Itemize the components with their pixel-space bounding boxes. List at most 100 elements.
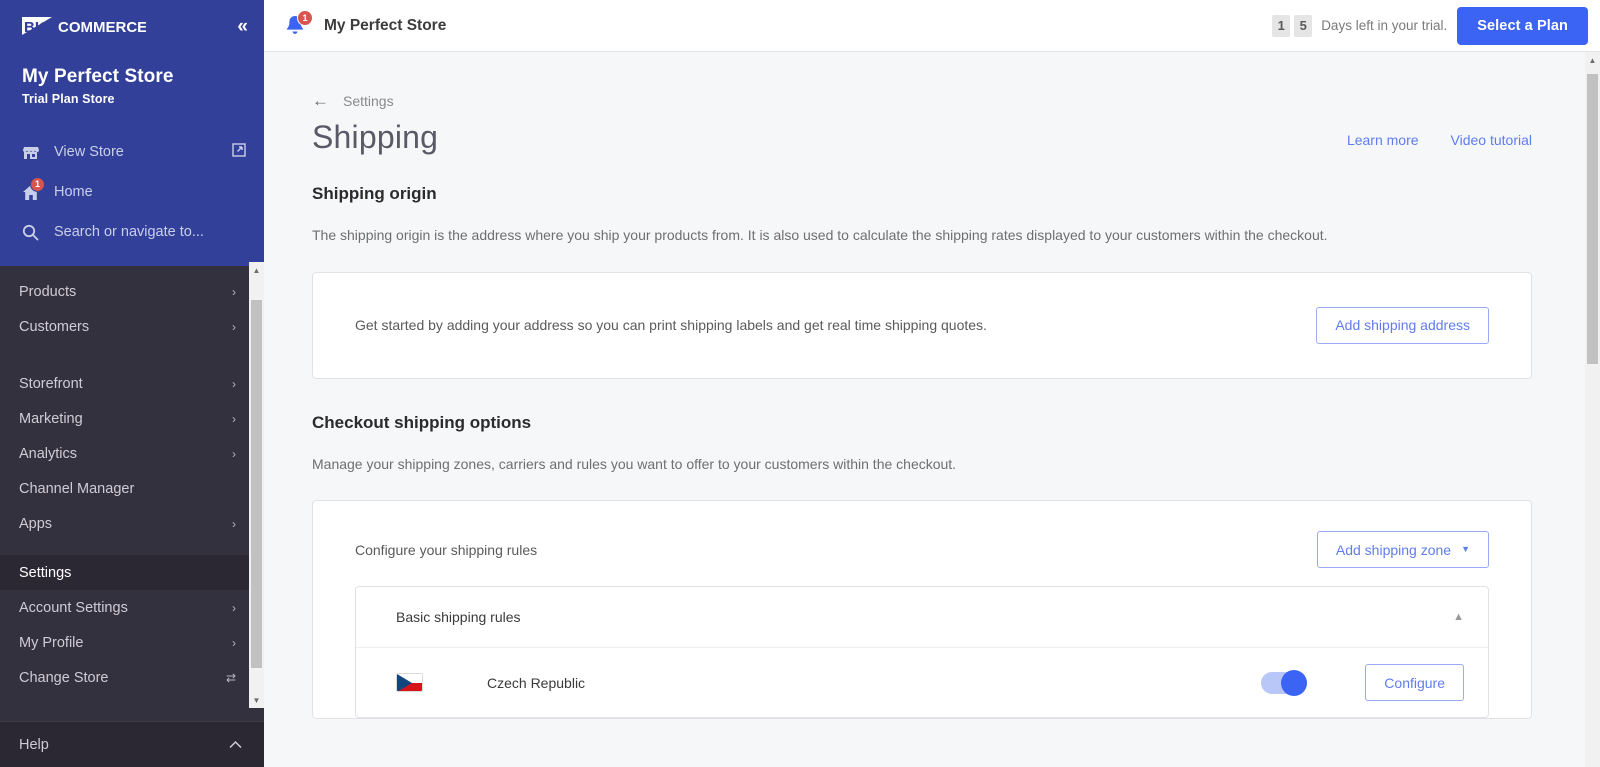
sidebar-item-label: Account Settings bbox=[19, 599, 128, 616]
breadcrumb[interactable]: ← Settings bbox=[312, 92, 1532, 109]
scroll-down-arrow-icon[interactable]: ▼ bbox=[249, 692, 264, 708]
trial-digit: 1 bbox=[1272, 14, 1291, 37]
sidebar-item-home[interactable]: 1 Home bbox=[0, 172, 264, 212]
sidebar-item-channel-manager[interactable]: Channel Manager bbox=[0, 471, 264, 506]
sidebar-item-my-profile[interactable]: My Profile › bbox=[0, 625, 264, 660]
chevron-up-icon bbox=[229, 737, 242, 752]
chevron-right-icon: › bbox=[232, 284, 236, 299]
sidebar-item-label: View Store bbox=[54, 144, 124, 160]
sidebar-item-change-store[interactable]: Change Store ⇄ bbox=[0, 660, 264, 695]
select-a-plan-button[interactable]: Select a Plan bbox=[1457, 6, 1588, 45]
external-link-icon bbox=[232, 143, 246, 161]
sidebar-search[interactable]: Search or navigate to... bbox=[0, 212, 264, 252]
basic-shipping-rules-title: Basic shipping rules bbox=[396, 609, 521, 626]
sidebar-item-settings[interactable]: Settings bbox=[0, 555, 264, 590]
shipping-origin-card-text: Get started by adding your address so yo… bbox=[355, 317, 987, 334]
trial-digit: 5 bbox=[1294, 14, 1313, 37]
chevron-right-icon: › bbox=[232, 319, 236, 334]
store-name: My Perfect Store bbox=[22, 66, 174, 87]
sidebar-item-label: Home bbox=[54, 184, 93, 200]
home-icon: 1 bbox=[22, 176, 45, 201]
zone-enabled-toggle[interactable] bbox=[1261, 669, 1308, 696]
basic-shipping-rules-header[interactable]: Basic shipping rules ▲ bbox=[356, 587, 1488, 647]
breadcrumb-label[interactable]: Settings bbox=[343, 93, 394, 109]
sidebar-item-label: Customers bbox=[19, 318, 90, 335]
chevron-right-icon: › bbox=[232, 376, 236, 391]
svg-text:COMMERCE: COMMERCE bbox=[58, 19, 146, 36]
sidebar-item-customers[interactable]: Customers › bbox=[0, 309, 264, 344]
add-shipping-address-button[interactable]: Add shipping address bbox=[1316, 306, 1489, 344]
sidebar-item-label: Settings bbox=[19, 564, 72, 581]
sidebar-item-storefront[interactable]: Storefront › bbox=[0, 366, 264, 401]
main-scrollbar[interactable]: ▲ bbox=[1585, 52, 1600, 767]
scroll-up-arrow-icon[interactable]: ▲ bbox=[1585, 52, 1600, 68]
shipping-origin-heading: Shipping origin bbox=[312, 184, 437, 203]
store-icon bbox=[22, 144, 44, 160]
sidebar-collapse-icon[interactable]: « bbox=[237, 17, 247, 36]
shipping-origin-panel: Get started by adding your address so yo… bbox=[312, 271, 1532, 379]
nav-divider bbox=[0, 344, 264, 366]
sidebar-item-products[interactable]: Products › bbox=[0, 274, 264, 309]
bigcommerce-logo[interactable]: BIG COMMERCE bbox=[14, 13, 146, 39]
configure-rules-row: Configure your shipping rules Add shippi… bbox=[313, 501, 1531, 586]
video-tutorial-link[interactable]: Video tutorial bbox=[1451, 132, 1532, 148]
sidebar-item-apps[interactable]: Apps › bbox=[0, 506, 264, 541]
sidebar-item-label: Help bbox=[19, 736, 49, 753]
sidebar-scrollbar[interactable]: ▲ ▼ bbox=[249, 262, 264, 708]
sidebar-item-help[interactable]: Help bbox=[0, 721, 264, 767]
notification-bell[interactable]: 1 bbox=[284, 9, 313, 41]
sidebar-item-label: Products bbox=[19, 283, 77, 300]
chevron-down-icon: ▼ bbox=[1461, 544, 1470, 555]
sidebar-store-block: My Perfect Store Trial Plan Store bbox=[0, 52, 264, 124]
trial-text: Days left in your trial. bbox=[1321, 18, 1448, 33]
app-root: BIG COMMERCE « My Perfect Store Trial Pl… bbox=[0, 0, 1600, 767]
sidebar-search-placeholder: Search or navigate to... bbox=[54, 224, 204, 240]
content-inner: ← Settings Shipping Learn more Video tut… bbox=[264, 52, 1600, 720]
store-plan: Trial Plan Store bbox=[22, 92, 115, 106]
sidebar-item-label: Storefront bbox=[19, 375, 83, 392]
top-bar-right: 1 5 Days left in your trial. Select a Pl… bbox=[1272, 6, 1588, 45]
scrollbar-thumb[interactable] bbox=[1587, 74, 1598, 364]
chevron-right-icon: › bbox=[232, 516, 236, 531]
sidebar: BIG COMMERCE « My Perfect Store Trial Pl… bbox=[0, 0, 264, 767]
top-bar-left: 1 My Perfect Store bbox=[284, 9, 447, 41]
add-shipping-zone-label: Add shipping zone bbox=[1335, 541, 1452, 558]
sidebar-item-label: Analytics bbox=[19, 445, 78, 462]
table-row: Czech Republic Configure bbox=[356, 647, 1488, 717]
arrow-left-icon[interactable]: ← bbox=[312, 92, 329, 109]
scrollbar-thumb[interactable] bbox=[251, 300, 262, 668]
shipping-origin-row: Get started by adding your address so yo… bbox=[313, 273, 1531, 378]
sidebar-item-view-store[interactable]: View Store bbox=[0, 132, 264, 172]
swap-arrows-icon: ⇄ bbox=[225, 670, 236, 685]
notification-badge: 1 bbox=[297, 9, 313, 26]
sidebar-item-account-settings[interactable]: Account Settings › bbox=[0, 590, 264, 625]
sidebar-item-label: Apps bbox=[19, 515, 53, 532]
sidebar-item-label: Channel Manager bbox=[19, 480, 135, 497]
sidebar-item-label: My Profile bbox=[19, 634, 84, 651]
sidebar-item-marketing[interactable]: Marketing › bbox=[0, 401, 264, 436]
main-area: 1 My Perfect Store 1 5 Days left in your… bbox=[264, 0, 1600, 767]
chevron-right-icon: › bbox=[232, 600, 236, 615]
sidebar-item-analytics[interactable]: Analytics › bbox=[0, 436, 264, 471]
content-scroll-area: ← Settings Shipping Learn more Video tut… bbox=[264, 52, 1600, 767]
chevron-right-icon: › bbox=[232, 635, 236, 650]
page-header: Shipping Learn more Video tutorial bbox=[312, 119, 1532, 156]
sidebar-quick-links: View Store 1 Home Search or navigate to.… bbox=[0, 124, 264, 266]
trial-countdown: 1 5 Days left in your trial. bbox=[1272, 14, 1448, 37]
learn-more-link[interactable]: Learn more bbox=[1347, 132, 1419, 148]
search-icon bbox=[22, 224, 44, 241]
trial-days-digits: 1 5 bbox=[1272, 14, 1313, 37]
add-shipping-zone-button[interactable]: Add shipping zone ▼ bbox=[1316, 531, 1489, 569]
configure-zone-button[interactable]: Configure bbox=[1365, 664, 1464, 702]
scroll-up-arrow-icon[interactable]: ▲ bbox=[249, 262, 264, 278]
chevron-up-icon[interactable]: ▲ bbox=[1453, 611, 1464, 623]
sidebar-item-label: Marketing bbox=[19, 410, 83, 427]
checkout-shipping-heading: Checkout shipping options bbox=[312, 412, 532, 432]
svg-text:BIG: BIG bbox=[24, 19, 51, 36]
zone-name: Czech Republic bbox=[487, 674, 586, 691]
sidebar-nav: Products › Customers › Storefront › Mark… bbox=[0, 266, 264, 721]
sidebar-item-label: Change Store bbox=[19, 669, 109, 686]
top-bar-title: My Perfect Store bbox=[324, 16, 447, 34]
nav-divider bbox=[0, 541, 264, 555]
sidebar-brand-bar: BIG COMMERCE « bbox=[0, 0, 264, 52]
